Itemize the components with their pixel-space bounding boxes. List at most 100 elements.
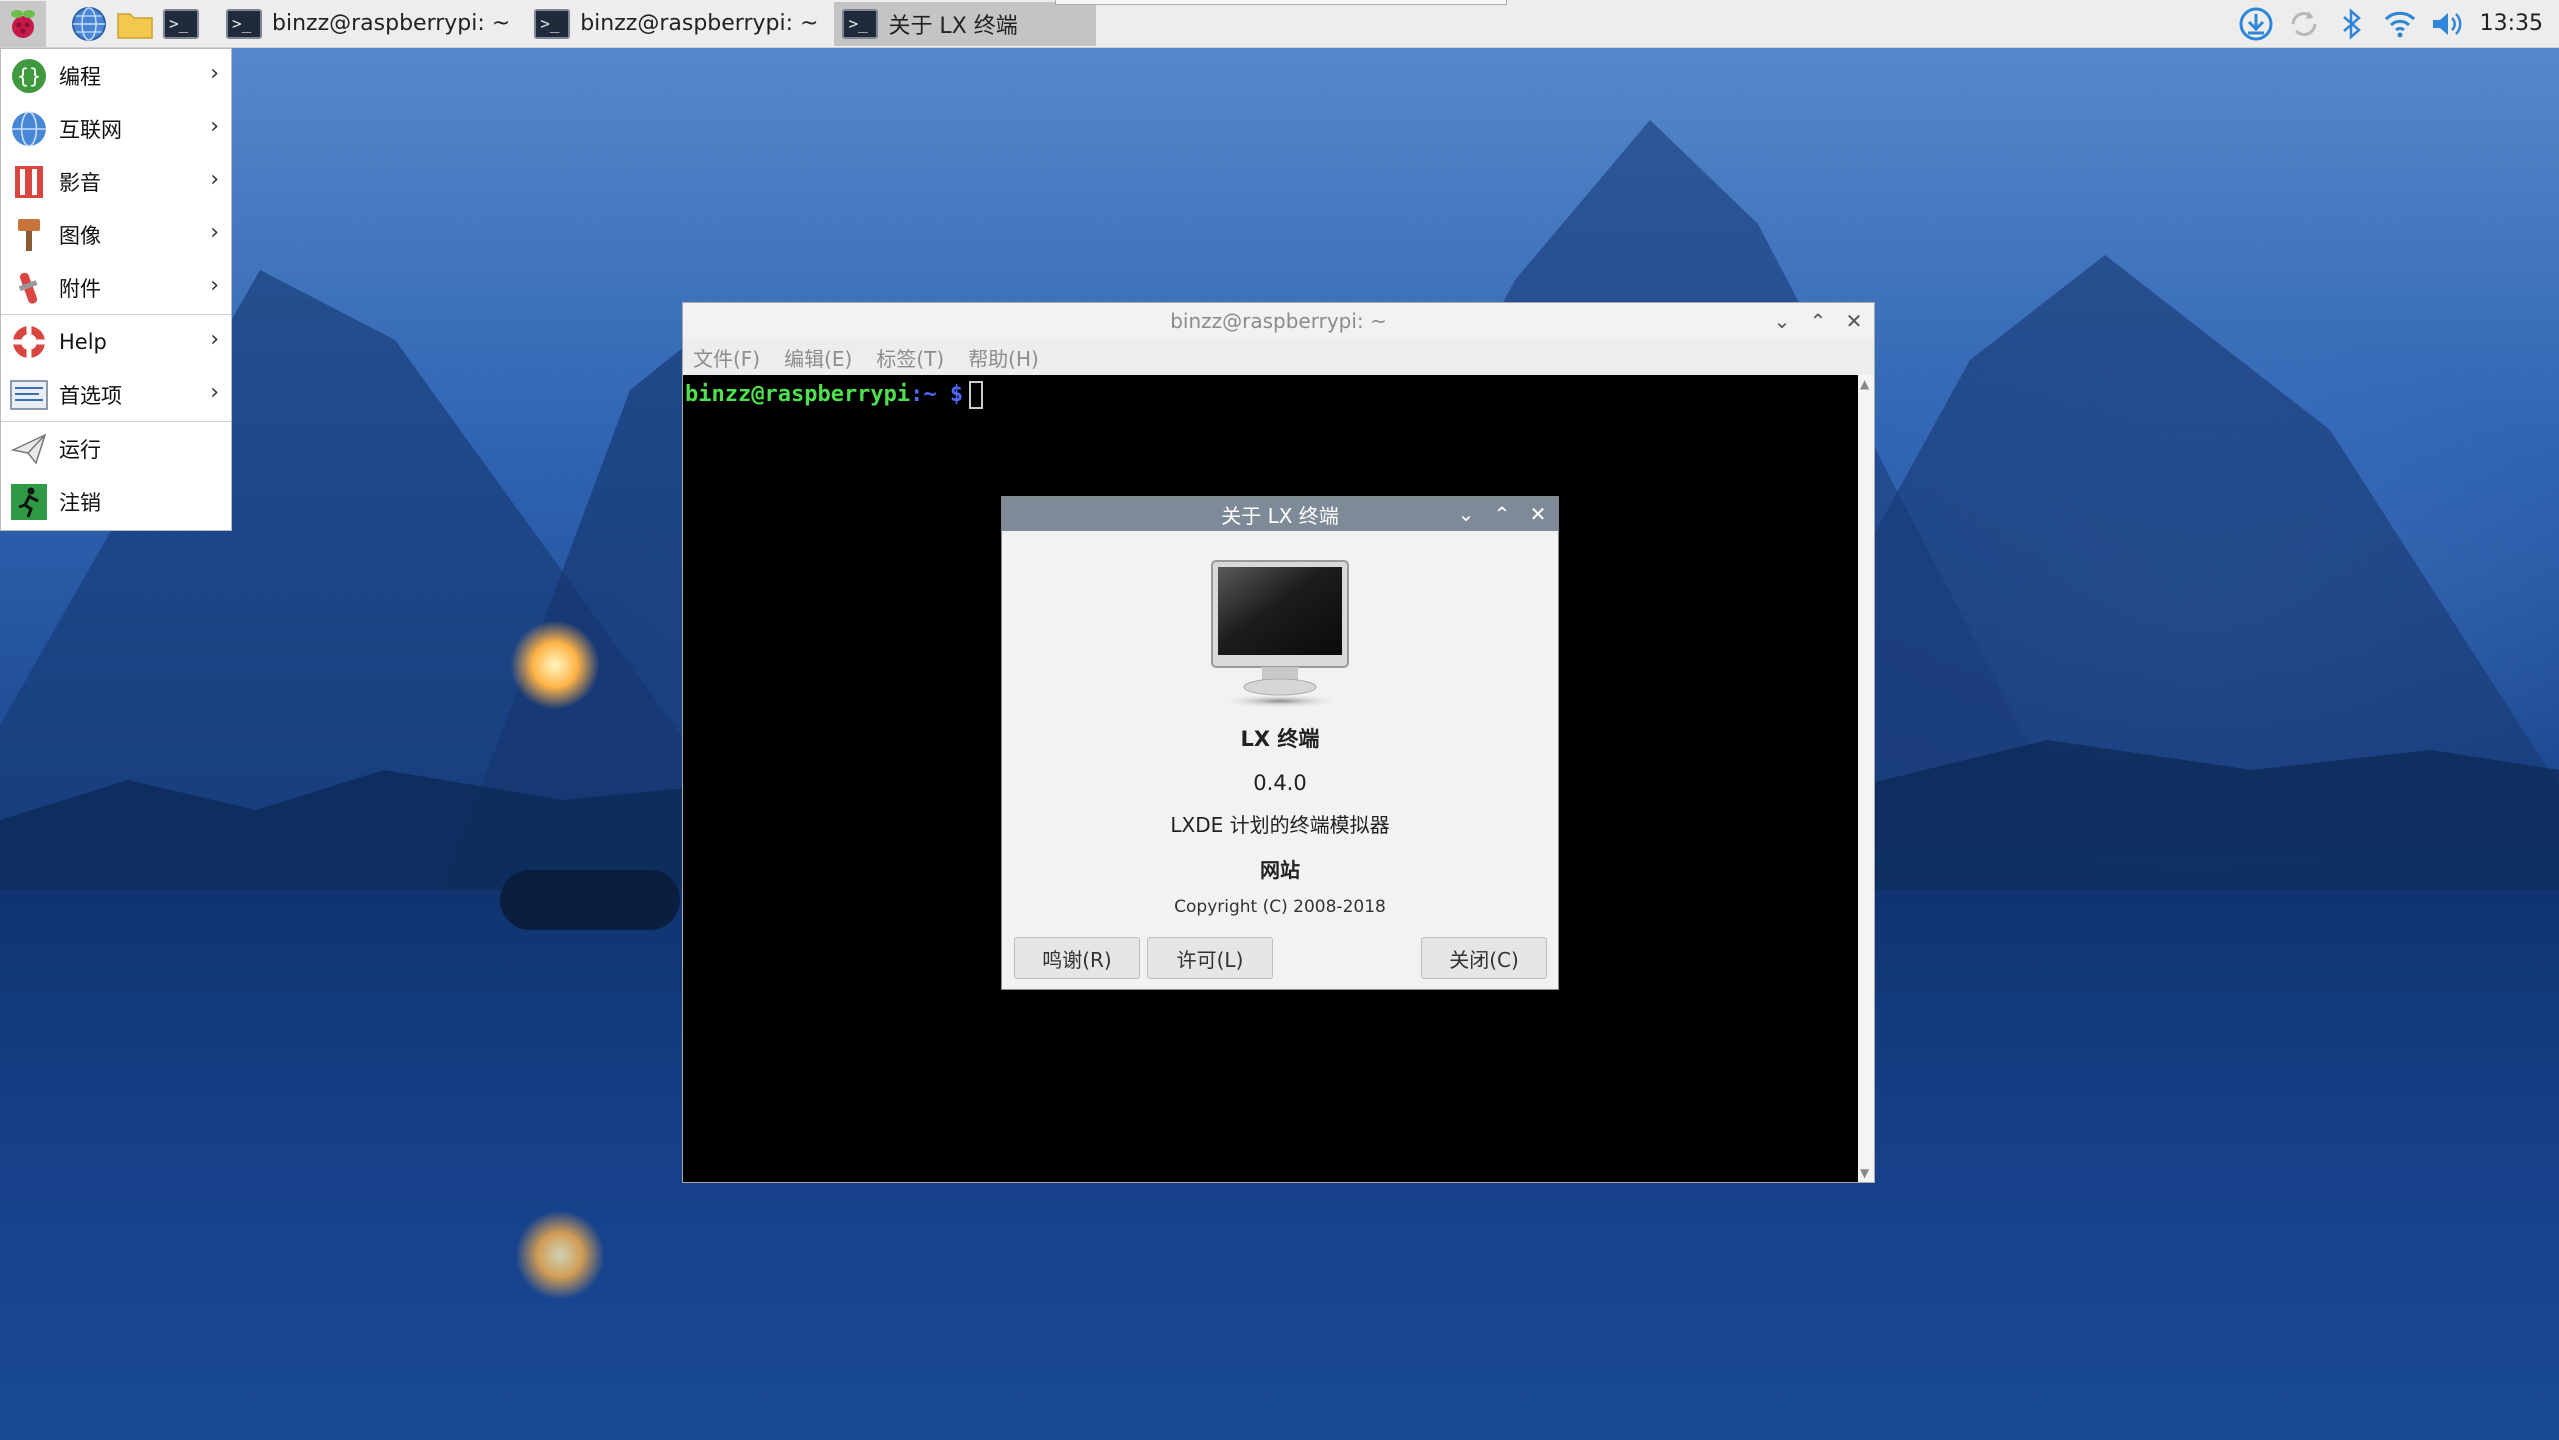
wallpaper-lantern	[510, 620, 600, 710]
menu-item-label: Help	[59, 329, 107, 354]
close-dialog-button[interactable]: 关闭(C)	[1421, 937, 1547, 979]
about-version: 0.4.0	[1253, 771, 1307, 795]
bluetooth-icon	[2342, 7, 2361, 40]
system-tray: 13:35	[2232, 0, 2559, 47]
bluetooth-tray[interactable]	[2328, 7, 2376, 41]
terminal-scrollbar[interactable]: ▲ ▼	[1858, 375, 1874, 1182]
help-lifebuoy-icon	[7, 322, 51, 362]
file-manager-launcher[interactable]	[112, 1, 158, 47]
preferences-icon	[7, 375, 51, 415]
menu-edit[interactable]: 编辑(E)	[784, 343, 852, 372]
globe-icon	[72, 6, 106, 41]
sync-tray[interactable]	[2280, 7, 2328, 41]
browser-launcher[interactable]	[66, 1, 112, 47]
chevron-right-icon: ›	[210, 380, 219, 405]
menu-item-run[interactable]: 运行	[1, 422, 231, 475]
menu-item-accessories[interactable]: 附件 ›	[1, 261, 231, 314]
wallpaper-boat	[500, 870, 680, 930]
raspberry-icon	[11, 9, 35, 38]
chevron-right-icon: ›	[210, 327, 219, 352]
about-dialog: 关于 LX 终端 ⌄ ⌃ ✕ LX 终端 0.4.0 LXDE 计划的终端模拟器…	[1001, 496, 1559, 990]
menu-item-label: 首选项	[59, 383, 122, 408]
chevron-right-icon: ›	[210, 114, 219, 139]
volume-icon	[2432, 12, 2462, 35]
taskbar-item-label: 关于 LX 终端	[888, 13, 1018, 39]
menu-item-help[interactable]: Help ›	[1, 315, 231, 368]
terminal-icon: >_	[163, 8, 199, 39]
taskbar-item-terminal-1[interactable]: >_ binzz@raspberrypi: ~	[218, 2, 518, 46]
chevron-right-icon: ›	[210, 273, 219, 298]
updater-tray[interactable]	[2232, 6, 2280, 42]
chevron-right-icon: ›	[210, 220, 219, 245]
monitor-logo-icon	[1210, 559, 1350, 709]
about-dialog-titlebar[interactable]: 关于 LX 终端 ⌄ ⌃ ✕	[1002, 497, 1558, 531]
taskbar-item-label: binzz@raspberrypi: ~	[580, 11, 819, 36]
text-cursor	[969, 381, 984, 409]
close-button[interactable]: ✕	[1528, 502, 1548, 526]
credits-button[interactable]: 鸣谢(R)	[1014, 937, 1140, 979]
menu-item-internet[interactable]: 互联网 ›	[1, 102, 231, 155]
menu-item-label: 互联网	[59, 117, 122, 142]
scroll-up-icon[interactable]: ▲	[1860, 377, 1869, 391]
menu-item-label: 运行	[59, 437, 101, 462]
terminal-icon: >_	[534, 8, 571, 39]
panel-clock[interactable]: 13:35	[2472, 11, 2559, 36]
menu-item-programming[interactable]: {} 编程 ›	[1, 49, 231, 102]
menu-item-label: 编程	[59, 64, 101, 89]
terminal-icon: >_	[226, 8, 262, 39]
taskbar-empty-slot[interactable]	[1055, 0, 1507, 5]
menu-tabs[interactable]: 标签(T)	[876, 343, 944, 372]
minimize-button[interactable]: ⌄	[1772, 309, 1792, 333]
about-description: LXDE 计划的终端模拟器	[1170, 813, 1390, 837]
folder-icon	[117, 12, 153, 39]
maximize-button[interactable]: ⌃	[1808, 309, 1828, 333]
sync-icon	[2291, 10, 2317, 36]
menu-item-preferences[interactable]: 首选项 ›	[1, 368, 231, 421]
license-button[interactable]: 许可(L)	[1147, 937, 1273, 979]
maximize-button[interactable]: ⌃	[1492, 502, 1512, 526]
sound-video-icon	[7, 162, 51, 202]
logout-runner-icon	[7, 482, 51, 522]
run-paperplane-icon	[7, 429, 51, 469]
about-dialog-body: LX 终端 0.4.0 LXDE 计划的终端模拟器 网站 Copyright (…	[1002, 559, 1558, 917]
menu-file[interactable]: 文件(F)	[693, 343, 760, 372]
chevron-right-icon: ›	[210, 61, 219, 86]
about-copyright: Copyright (C) 2008-2018	[1174, 897, 1386, 917]
menu-item-sound-video[interactable]: 影音 ›	[1, 155, 231, 208]
menu-item-label: 注销	[59, 490, 101, 515]
prompt-path: :~ $	[910, 382, 964, 407]
menu-item-label: 图像	[59, 223, 101, 248]
about-dialog-title: 关于 LX 终端	[1221, 503, 1339, 528]
wifi-tray[interactable]	[2376, 9, 2424, 39]
terminal-title: binzz@raspberrypi: ~	[1170, 309, 1387, 333]
minimize-button[interactable]: ⌄	[1456, 502, 1476, 526]
prompt-user: binzz@raspberrypi	[685, 382, 911, 407]
menu-item-label: 附件	[59, 276, 101, 301]
chevron-right-icon: ›	[210, 167, 219, 192]
terminal-menubar: 文件(F) 编辑(E) 标签(T) 帮助(H)	[683, 339, 1874, 375]
close-button[interactable]: ✕	[1844, 309, 1864, 333]
terminal-launcher[interactable]: >_	[158, 1, 204, 47]
programming-icon: {}	[7, 56, 51, 96]
menu-item-graphics[interactable]: 图像 ›	[1, 208, 231, 261]
start-menu: {} 编程 › 互联网 › 影音 › 图像 › 附件 › Help › 首选项 …	[0, 48, 232, 531]
menu-help[interactable]: 帮助(H)	[968, 343, 1039, 372]
wallpaper-lantern-reflection	[515, 1210, 605, 1300]
wifi-icon	[2384, 11, 2415, 37]
svg-text:{}: {}	[17, 64, 41, 88]
top-panel: >_ >_ binzz@raspberrypi: ~ >_ binzz@rasp…	[0, 0, 2559, 48]
volume-tray[interactable]	[2424, 9, 2472, 39]
about-website-link[interactable]: 网站	[1002, 854, 1558, 883]
menu-item-label: 影音	[59, 170, 101, 195]
terminal-titlebar[interactable]: binzz@raspberrypi: ~ ⌄ ⌃ ✕	[683, 303, 1874, 339]
graphics-brush-icon	[7, 215, 51, 255]
scroll-down-icon[interactable]: ▼	[1860, 1166, 1869, 1180]
taskbar-item-about[interactable]: >_ 关于 LX 终端	[834, 1, 1097, 46]
taskbar-item-terminal-2[interactable]: >_ binzz@raspberrypi: ~	[526, 2, 826, 46]
download-update-icon	[2239, 7, 2273, 40]
terminal-icon: >_	[842, 8, 879, 39]
menu-item-logout[interactable]: 注销	[1, 475, 231, 528]
accessories-icon	[7, 268, 51, 308]
about-app-name: LX 终端	[1240, 727, 1320, 751]
raspberry-menu-button[interactable]	[0, 0, 46, 47]
